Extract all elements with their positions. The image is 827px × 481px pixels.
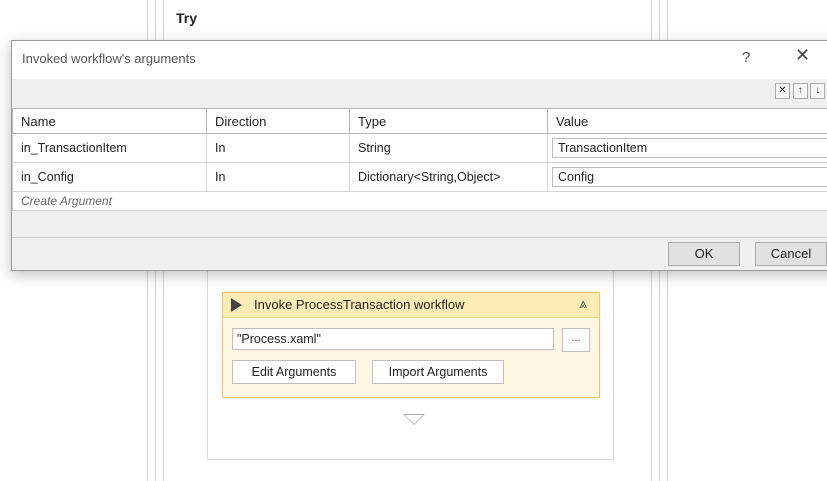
grid-header-row: Name Direction Type Value [12,108,827,134]
delete-argument-icon[interactable]: ✕ [775,83,790,99]
argument-value-cell: TransactionItem [547,133,827,163]
table-row[interactable]: in_TransactionItem In String Transaction… [12,133,827,163]
column-header-value[interactable]: Value [547,108,827,134]
activity-title: Invoke ProcessTransaction workflow [254,297,465,312]
cancel-button[interactable]: Cancel [755,242,827,266]
help-button[interactable]: ? [742,49,750,66]
grid-toolbar: ✕ ↑ ↓ [775,83,826,99]
argument-value-cell: Config [547,162,827,192]
argument-value-input[interactable]: TransactionItem [552,138,827,158]
create-argument-label: Create Argument [21,194,112,208]
play-icon [231,298,242,312]
arguments-dialog: Invoked workflow's arguments ? ✕ ✕ ↑ ↓ N… [11,40,827,271]
import-arguments-button[interactable]: Import Arguments [372,360,504,384]
try-block-label: Try [176,10,198,26]
column-header-type[interactable]: Type [349,108,548,134]
argument-value-input[interactable]: Config [552,167,827,187]
argument-direction-cell[interactable]: In [206,133,350,163]
edit-arguments-button[interactable]: Edit Arguments [232,360,356,384]
drop-target-arrow-icon[interactable] [403,414,425,425]
move-down-icon[interactable]: ↓ [810,83,826,99]
move-up-icon[interactable]: ↑ [792,83,808,99]
dialog-title: Invoked workflow's arguments [22,51,196,66]
arguments-grid: Name Direction Type Value in_Transaction… [12,108,827,211]
close-button[interactable]: ✕ [795,45,810,66]
create-argument-link[interactable]: Create Argument [12,191,827,211]
activity-header[interactable]: Invoke ProcessTransaction workflow ⩓ [223,293,599,318]
create-argument-row[interactable]: Create Argument [12,191,827,211]
argument-type-cell[interactable]: String [349,133,548,163]
ok-button[interactable]: OK [668,242,740,266]
workflow-path-input[interactable]: "Process.xaml" [232,328,554,350]
invoke-workflow-activity[interactable]: Invoke ProcessTransaction workflow ⩓ "Pr… [222,292,600,398]
column-header-name[interactable]: Name [12,108,207,134]
dialog-titlebar[interactable]: Invoked workflow's arguments ? ✕ [12,41,827,79]
argument-name-cell[interactable]: in_Config [12,162,207,192]
argument-direction-cell[interactable]: In [206,162,350,192]
browse-button[interactable]: ... [562,328,590,352]
argument-type-cell[interactable]: Dictionary<String,Object> [349,162,548,192]
column-header-direction[interactable]: Direction [206,108,350,134]
table-row[interactable]: in_Config In Dictionary<String,Object> C… [12,162,827,192]
argument-name-cell[interactable]: in_TransactionItem [12,133,207,163]
collapse-chevron-icon[interactable]: ⩓ [579,295,587,312]
divider [12,237,827,238]
